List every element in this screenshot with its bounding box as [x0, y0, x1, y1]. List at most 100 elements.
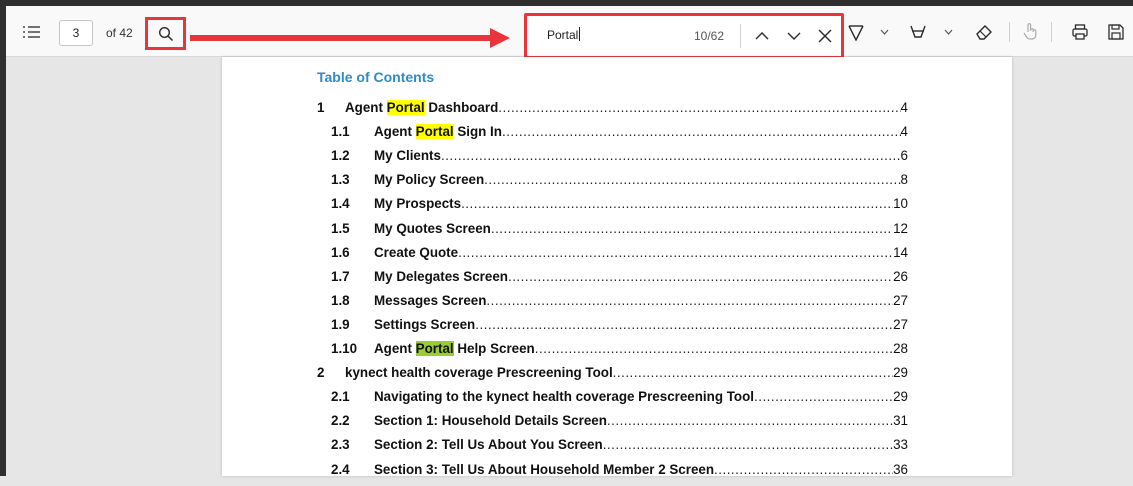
toc-entry-title: Agent Portal Sign In [374, 124, 502, 140]
toc-leader-dots [458, 245, 893, 260]
toc-leader-dots [613, 365, 893, 380]
page-number-input[interactable]: 3 [59, 20, 93, 46]
chevron-down-icon [787, 32, 801, 40]
toc-page-number: 4 [900, 100, 908, 115]
toc-entry[interactable]: 1.6 Create Quote 14 [317, 245, 908, 269]
toc-entry-number: 1.7 [331, 268, 350, 284]
toc-entry-title: My Quotes Screen [374, 220, 491, 236]
toc-leader-dots [535, 341, 893, 356]
search-button[interactable] [145, 17, 186, 50]
close-search-button[interactable] [814, 25, 836, 47]
toc-entry[interactable]: 1.10 Agent Portal Help Screen 28 [317, 341, 908, 365]
toc-entry-title: kynect health coverage Prescreening Tool [345, 365, 613, 381]
save-icon [1108, 24, 1124, 40]
previous-result-button[interactable] [751, 26, 773, 46]
toc-leader-dots [714, 462, 893, 477]
toc-entry-title: Create Quote [374, 244, 459, 260]
toc-page-number: 8 [900, 172, 908, 188]
toc-entry-title: My Policy Screen [374, 172, 485, 188]
next-result-button[interactable] [783, 26, 805, 46]
toc-page-number: 4 [900, 124, 908, 140]
toc-entry-number: 1.5 [331, 220, 350, 236]
toc-entry[interactable]: 1.8 Messages Screen 27 [317, 293, 908, 317]
chevron-down-icon [880, 29, 888, 35]
print-icon [1072, 24, 1088, 40]
toc-entry[interactable]: 2.4 Section 3: Tell Us About Household Me… [317, 462, 908, 486]
toc-page-number: 31 [893, 413, 908, 429]
page-total-label: of 42 [106, 26, 133, 40]
toc-page-number: 12 [893, 220, 908, 236]
toc-leader-dots [607, 413, 893, 428]
touch-mode-button[interactable] [1019, 20, 1041, 42]
toc-page-number: 29 [893, 389, 908, 405]
toc-leader-dots [484, 172, 900, 187]
toc-entry-number: 1.2 [331, 148, 350, 164]
toc-entry[interactable]: 2.2 Section 1: Household Details Screen 31 [317, 413, 908, 437]
search-highlight: Portal [415, 124, 454, 140]
search-input[interactable]: Portal [547, 27, 581, 42]
toc-entry-title: Section 2: Tell Us About You Screen [374, 437, 603, 453]
touch-icon [1023, 23, 1037, 40]
toc-entry-title: Settings Screen [374, 316, 476, 332]
eraser-button[interactable] [972, 20, 996, 44]
toc-entry[interactable]: 1.4 My Prospects 10 [317, 196, 908, 220]
toc-entry-number: 1.9 [331, 316, 350, 332]
toc-leader-dots [475, 317, 893, 332]
toc-entry[interactable]: 1.5 My Quotes Screen 12 [317, 221, 908, 245]
toc-entry-title: Messages Screen [374, 292, 487, 308]
toc-page-number: 6 [900, 148, 908, 164]
annotation-arrow [190, 28, 510, 48]
toc-entry-number: 1 [317, 100, 325, 115]
toc-entry[interactable]: 2.3 Section 2: Tell Us About You Screen 33 [317, 437, 908, 461]
highlight-options-chevron[interactable] [942, 26, 954, 38]
toc-entry-title: My Delegates Screen [374, 268, 508, 284]
toc-leader-dots [508, 269, 893, 284]
toc-entry[interactable]: 1.3 My Policy Screen 8 [317, 172, 908, 196]
toc-page-number: 10 [893, 196, 908, 212]
toc-page-number: 14 [893, 244, 908, 260]
toc-entry-title: Section 3: Tell Us About Household Membe… [374, 461, 715, 477]
toc-entry[interactable]: 1 Agent Portal Dashboard 4 [317, 100, 908, 124]
divider [1009, 22, 1010, 42]
toc-leader-dots [491, 221, 893, 236]
contents-list-icon[interactable] [20, 21, 44, 43]
toc-page-number: 27 [893, 316, 908, 332]
toc-entry-title: Navigating to the kynect health coverage… [374, 389, 754, 405]
toc-page-number: 26 [893, 268, 908, 284]
eraser-icon [976, 25, 992, 40]
toc-entry[interactable]: 1.2 My Clients 6 [317, 148, 908, 172]
chevron-down-icon [944, 29, 952, 35]
toc-entry-number: 1.10 [331, 341, 358, 356]
save-button[interactable] [1104, 20, 1128, 44]
highlight-button[interactable] [906, 20, 930, 44]
draw-button[interactable] [844, 20, 868, 44]
toc-entry-number: 1.8 [331, 292, 350, 308]
toc-title: Table of Contents [317, 69, 435, 85]
toc-leader-dots [486, 293, 893, 308]
toc-entry[interactable]: 2.1 Navigating to the kynect health cover… [317, 389, 908, 413]
pdf-page: Table of Contents 1 Agent Portal Dashboar… [222, 57, 1012, 477]
toc-leader-dots [603, 437, 893, 452]
divider [1051, 22, 1052, 42]
toc-entry[interactable]: 1.9 Settings Screen 27 [317, 317, 908, 341]
toc-entry[interactable]: 2 kynect health coverage Prescreening Too… [317, 365, 908, 389]
toc-leader-dots [502, 124, 901, 139]
toc-entry-title: Agent Portal Dashboard [345, 100, 499, 115]
toc-entry[interactable]: 1.7 My Delegates Screen 26 [317, 269, 908, 293]
toc-entry[interactable]: 1.1 Agent Portal Sign In 4 [317, 124, 908, 148]
search-highlight-active: Portal [415, 341, 454, 356]
search-highlight: Portal [386, 100, 425, 115]
divider [740, 24, 741, 48]
print-button[interactable] [1068, 20, 1092, 44]
toc-entry-title: Agent Portal Help Screen [374, 341, 535, 356]
draw-options-chevron[interactable] [878, 26, 890, 38]
toc-page-number: 36 [893, 461, 908, 477]
toc-leader-dots [754, 389, 893, 404]
toc-entry-number: 1.4 [331, 196, 350, 212]
draw-icon [848, 25, 864, 41]
toc-entry-number: 2.1 [331, 389, 350, 405]
highlight-icon [910, 25, 926, 38]
toc-page-number: 28 [893, 341, 908, 356]
toc-entry-number: 2.2 [331, 413, 350, 429]
toc-entry-title: My Prospects [374, 196, 462, 212]
